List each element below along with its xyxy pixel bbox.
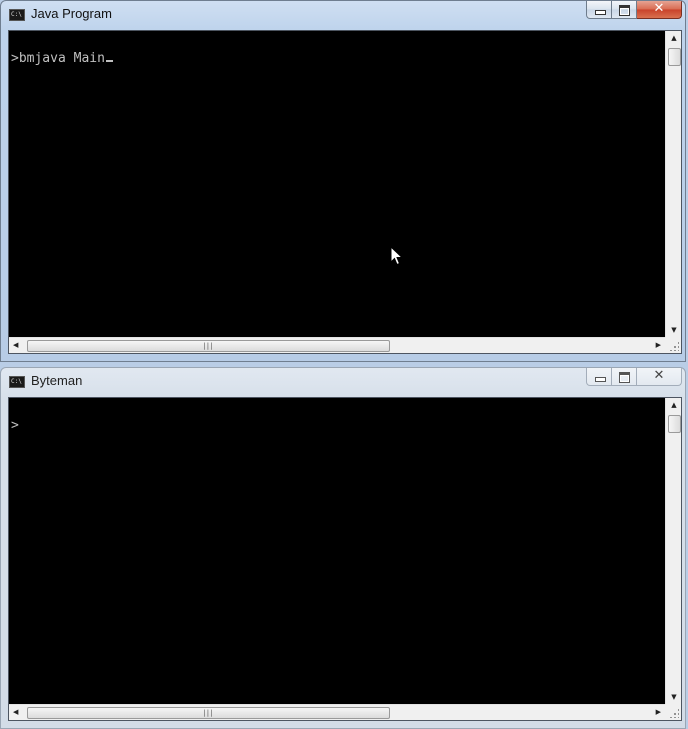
maximize-button[interactable]	[612, 368, 637, 386]
minimize-icon	[595, 377, 606, 382]
scroll-right-arrow-icon[interactable]: ▶	[656, 708, 661, 716]
minimize-icon	[595, 10, 606, 15]
horizontal-scrollbar[interactable]: ◀ ||| ▶	[9, 337, 665, 353]
close-icon: ✕	[653, 368, 665, 383]
horizontal-scroll-thumb[interactable]: |||	[27, 707, 390, 719]
scroll-down-arrow-icon[interactable]: ▼	[666, 693, 682, 701]
window-title: Java Program	[31, 6, 112, 21]
minimize-button[interactable]	[586, 1, 612, 19]
console-command-text: >bmjava Main	[11, 51, 105, 66]
maximize-button[interactable]	[612, 1, 637, 19]
title-bar[interactable]: C:\ Java Program ✕	[1, 1, 685, 29]
scroll-left-arrow-icon[interactable]: ◀	[13, 708, 18, 716]
vertical-scroll-thumb[interactable]	[668, 48, 681, 66]
console-icon[interactable]: C:\	[9, 9, 25, 21]
console-line: >	[11, 418, 19, 433]
close-icon: ✕	[653, 1, 665, 16]
close-button[interactable]: ✕	[637, 1, 682, 19]
java-program-window[interactable]: C:\ Java Program ✕ >bmjava Main ▲ ▼ ◀ ||…	[0, 0, 686, 362]
resize-corner[interactable]	[665, 337, 681, 353]
byteman-window[interactable]: C:\ Byteman ✕ > ▲ ▼ ◀ ||| ▶	[0, 367, 686, 729]
horizontal-scroll-thumb[interactable]: |||	[27, 340, 390, 352]
console-client-area: > ▲ ▼ ◀ ||| ▶	[8, 397, 682, 721]
mouse-pointer-icon	[390, 246, 404, 266]
window-controls: ✕	[586, 368, 682, 386]
console-client-area: >bmjava Main ▲ ▼ ◀ ||| ▶	[8, 30, 682, 354]
maximize-icon	[619, 372, 630, 383]
window-controls: ✕	[586, 1, 682, 19]
scroll-right-arrow-icon[interactable]: ▶	[656, 341, 661, 349]
resize-corner[interactable]	[665, 704, 681, 720]
scroll-left-arrow-icon[interactable]: ◀	[13, 341, 18, 349]
horizontal-scrollbar[interactable]: ◀ ||| ▶	[9, 704, 665, 720]
resize-grip-icon	[669, 341, 679, 351]
title-bar[interactable]: C:\ Byteman ✕	[1, 368, 685, 396]
console-output[interactable]: >bmjava Main	[9, 31, 665, 337]
scroll-down-arrow-icon[interactable]: ▼	[666, 326, 682, 334]
vertical-scrollbar[interactable]: ▲ ▼	[665, 398, 681, 704]
window-title: Byteman	[31, 373, 83, 388]
console-prompt-text: >	[11, 418, 19, 433]
vertical-scroll-thumb[interactable]	[668, 415, 681, 433]
console-icon[interactable]: C:\	[9, 376, 25, 388]
maximize-icon	[619, 5, 630, 16]
console-line: >bmjava Main	[11, 51, 113, 66]
scroll-up-arrow-icon[interactable]: ▲	[666, 34, 682, 42]
console-output[interactable]: >	[9, 398, 665, 704]
close-button[interactable]: ✕	[637, 368, 682, 386]
resize-grip-icon	[669, 708, 679, 718]
minimize-button[interactable]	[586, 368, 612, 386]
vertical-scrollbar[interactable]: ▲ ▼	[665, 31, 681, 337]
text-cursor	[105, 60, 113, 62]
scroll-up-arrow-icon[interactable]: ▲	[666, 401, 682, 409]
